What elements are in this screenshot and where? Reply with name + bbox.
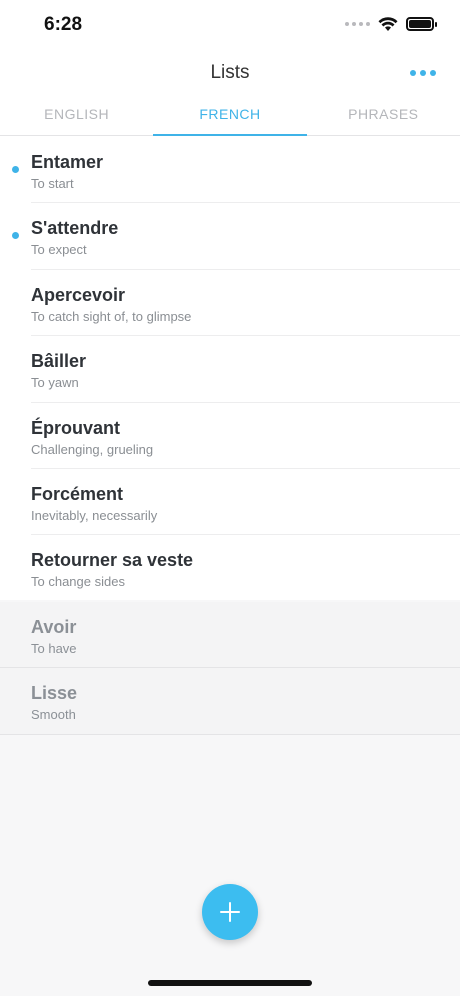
list-item[interactable]: Retourner sa veste To change sides (0, 535, 460, 601)
tab-bar: ENGLISH FRENCH PHRASES (0, 96, 460, 136)
item-word: Forcément (31, 483, 124, 504)
word-list: Entamer To start S'attendre To expect Ap… (0, 137, 460, 735)
item-translation: To catch sight of, to glimpse (31, 308, 192, 324)
list-item[interactable]: Bâiller To yawn (0, 336, 460, 403)
item-word: Avoir (31, 616, 77, 637)
item-word: Bâiller (31, 351, 87, 372)
list-item[interactable]: Forcément Inevitably, necessarily (0, 469, 460, 536)
cellular-signal-icon (345, 22, 370, 26)
item-translation: Inevitably, necessarily (31, 507, 158, 523)
add-word-button[interactable] (202, 884, 258, 940)
item-word: Lisse (31, 683, 78, 704)
list-item-archived[interactable]: Lisse Smooth (0, 668, 460, 735)
item-translation: To start (31, 176, 74, 191)
status-bar: 6:28 (0, 0, 460, 50)
new-indicator-dot (12, 232, 19, 240)
item-translation: To expect (31, 242, 87, 258)
list-item[interactable]: S'attendre To expect (0, 203, 460, 270)
list-item[interactable]: Éprouvant Challenging, grueling (0, 403, 460, 469)
battery-icon (406, 17, 437, 31)
tab-french[interactable]: FRENCH (153, 96, 307, 136)
item-translation: To have (31, 640, 77, 656)
status-time: 6:28 (44, 14, 83, 35)
home-indicator[interactable] (148, 980, 312, 986)
wifi-icon (378, 17, 398, 31)
page-title: Lists (210, 62, 250, 83)
list-item[interactable]: Apercevoir To catch sight of, to glimpse (0, 270, 460, 337)
divider (0, 733, 460, 735)
item-translation: Challenging, grueling (31, 441, 154, 457)
item-translation: To yawn (31, 375, 79, 391)
status-indicators (345, 16, 437, 32)
tab-phrases[interactable]: PHRASES (307, 96, 460, 135)
more-dots-icon[interactable] (410, 62, 436, 84)
list-item[interactable]: Entamer To start (0, 137, 460, 204)
item-translation: Smooth (31, 707, 76, 723)
item-word: Éprouvant (31, 417, 121, 438)
item-word: S'attendre (31, 218, 119, 239)
list-item-archived[interactable]: Avoir To have (0, 601, 460, 669)
item-word: Entamer (31, 152, 104, 172)
item-translation: To change sides (31, 574, 125, 590)
new-indicator-dot (12, 166, 19, 173)
item-word: Retourner sa veste (31, 550, 194, 571)
tab-english[interactable]: ENGLISH (0, 96, 153, 135)
item-word: Apercevoir (31, 284, 126, 305)
